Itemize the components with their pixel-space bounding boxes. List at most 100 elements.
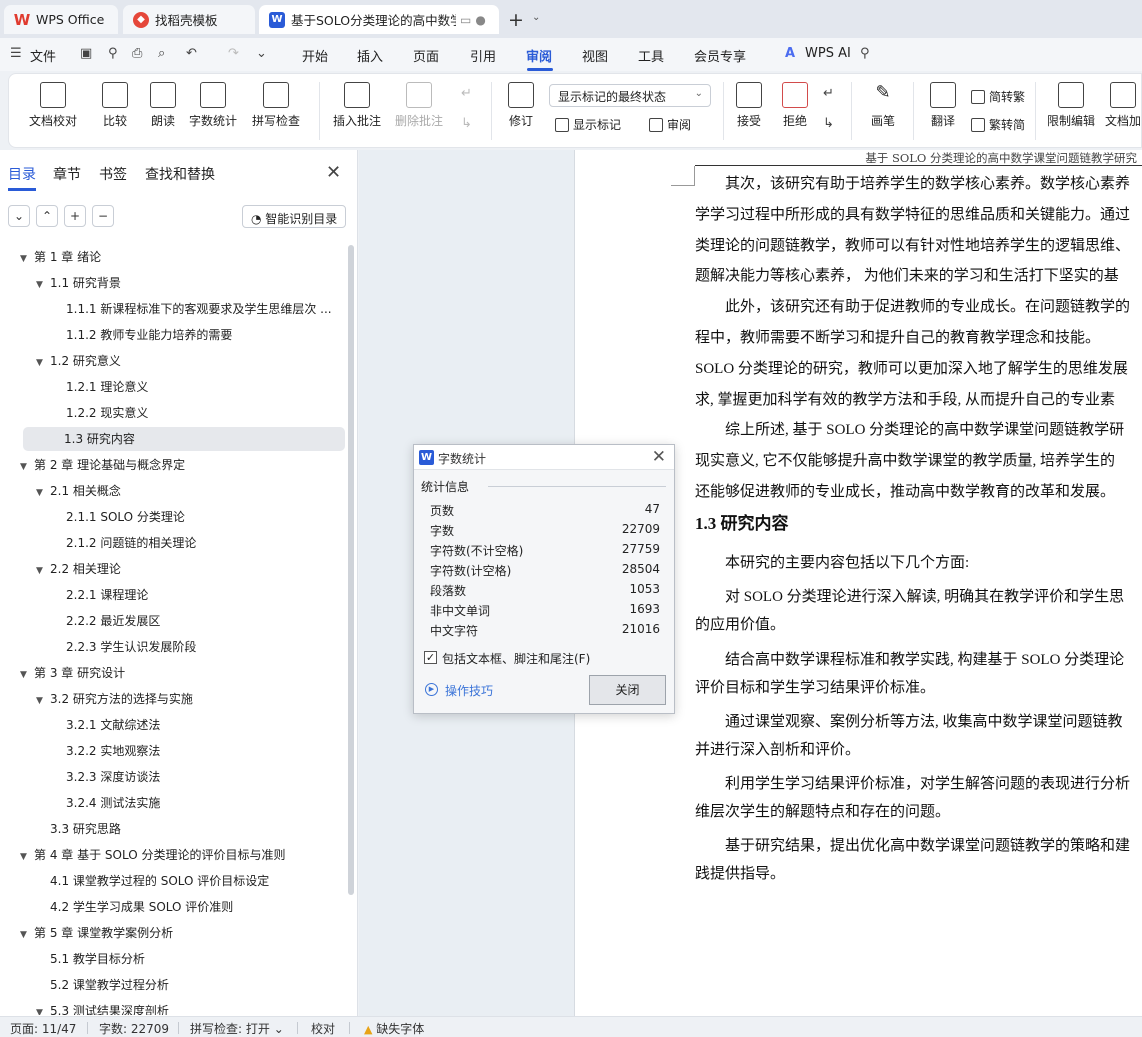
- toc-item[interactable]: ▼ 2.1 相关概念: [36, 479, 340, 503]
- toc-item[interactable]: 1.2.2 现实意义: [52, 401, 340, 425]
- insert-comment-button[interactable]: 插入批注: [329, 82, 385, 129]
- toc-item[interactable]: 3.2.1 文献综述法: [52, 713, 340, 737]
- remove-heading-button[interactable]: −: [92, 205, 114, 227]
- toc-item[interactable]: ▼ 第 3 章 研究设计: [20, 661, 340, 685]
- toc-item[interactable]: 2.1.2 问题链的相关理论: [52, 531, 340, 555]
- toc-item[interactable]: 2.2.1 课程理论: [52, 583, 340, 607]
- print-preview-icon[interactable]: ⌕: [158, 46, 165, 61]
- toc-item[interactable]: ▼ 第 5 章 课堂教学案例分析: [20, 921, 340, 945]
- review-pane-button[interactable]: 审阅: [649, 116, 691, 133]
- spell-check-button[interactable]: 拼写检查: [245, 82, 307, 129]
- accept-button[interactable]: 接受: [729, 82, 769, 129]
- hamburger-icon[interactable]: ☰: [10, 46, 22, 61]
- include-textbox-checkbox[interactable]: ✓: [424, 651, 437, 664]
- page-indicator[interactable]: 页面: 11/47: [10, 1020, 76, 1037]
- to-simplified-button[interactable]: 繁转简: [971, 116, 1025, 133]
- word-count-indicator[interactable]: 字数: 22709: [99, 1020, 169, 1037]
- nav-tab-bookmarks[interactable]: 书签: [99, 164, 127, 184]
- nav-tab-sections[interactable]: 章节: [53, 164, 81, 184]
- next-change-icon[interactable]: ↳: [823, 116, 834, 131]
- expand-triangle-icon[interactable]: ▼: [20, 455, 34, 477]
- toc-item[interactable]: 2.2.3 学生认识发展阶段: [52, 635, 340, 659]
- print-icon[interactable]: ⎙: [132, 46, 142, 61]
- menu-home[interactable]: 开始: [302, 46, 328, 65]
- track-changes-button[interactable]: 修订: [501, 82, 541, 129]
- toc-item[interactable]: ▼ 第 4 章 基于 SOLO 分类理论的评价目标与准则: [20, 843, 340, 867]
- search-icon[interactable]: ⚲: [860, 46, 870, 61]
- collapse-all-button[interactable]: ⌄: [8, 205, 30, 227]
- toc-item[interactable]: 1.1.1 新课程标准下的客观要求及学生思维层次 ...: [52, 297, 340, 321]
- expand-triangle-icon[interactable]: ▼: [36, 559, 50, 581]
- close-icon[interactable]: ✕: [326, 162, 341, 183]
- expand-up-button[interactable]: ⌃: [36, 205, 58, 227]
- next-comment-icon[interactable]: ↳: [461, 116, 472, 131]
- to-traditional-button[interactable]: 简转繁: [971, 88, 1025, 105]
- menu-insert[interactable]: 插入: [357, 46, 383, 65]
- prev-change-icon[interactable]: ↵: [823, 86, 834, 101]
- menu-tools[interactable]: 工具: [638, 46, 664, 65]
- smart-toc-button[interactable]: ◔ 智能识别目录: [242, 205, 346, 228]
- chevron-down-icon[interactable]: ⌄: [532, 12, 540, 23]
- expand-triangle-icon[interactable]: ▼: [36, 689, 50, 711]
- nav-tab-find-replace[interactable]: 查找和替换: [145, 164, 215, 184]
- toc-item[interactable]: 3.3 研究思路: [36, 817, 340, 841]
- scrollbar[interactable]: [348, 245, 354, 895]
- toc-item[interactable]: 3.2.2 实地观察法: [52, 739, 340, 763]
- toc-item[interactable]: 5.1 教学目标分析: [36, 947, 340, 971]
- proofread-indicator[interactable]: 校对: [311, 1020, 335, 1037]
- tips-link[interactable]: 操作技巧: [445, 682, 493, 699]
- close-icon[interactable]: ✕: [652, 447, 666, 467]
- toc-item[interactable]: 4.1 课堂教学过程的 SOLO 评价目标设定: [36, 869, 340, 893]
- menu-view[interactable]: 视图: [582, 46, 608, 65]
- play-circle-icon[interactable]: ▶: [425, 683, 438, 696]
- expand-triangle-icon[interactable]: ▼: [20, 923, 34, 945]
- prev-comment-icon[interactable]: ↵: [461, 86, 472, 101]
- spell-check-indicator[interactable]: 拼写检查: 打开 ⌄: [190, 1020, 284, 1037]
- more-chevron-icon[interactable]: ⌄: [256, 46, 267, 61]
- read-aloud-button[interactable]: 朗读: [143, 82, 183, 129]
- expand-triangle-icon[interactable]: ▼: [36, 481, 50, 503]
- expand-triangle-icon[interactable]: ▼: [20, 845, 34, 867]
- dialog-close-button[interactable]: 关闭: [589, 675, 666, 705]
- add-heading-button[interactable]: +: [64, 205, 86, 227]
- unsaved-dot-icon[interactable]: ●: [475, 13, 485, 27]
- show-markup-button[interactable]: 显示标记: [555, 116, 621, 133]
- reject-button[interactable]: 拒绝: [775, 82, 815, 129]
- menu-member[interactable]: 会员专享: [694, 46, 746, 65]
- toc-item[interactable]: 1.2.1 理论意义: [52, 375, 340, 399]
- include-textbox-label[interactable]: 包括文本框、脚注和尾注(F): [442, 650, 590, 667]
- expand-triangle-icon[interactable]: ▼: [36, 351, 50, 373]
- menu-review[interactable]: 审阅: [526, 46, 552, 65]
- ink-button[interactable]: ✎ 画笔: [861, 82, 905, 129]
- nav-tab-toc[interactable]: 目录: [8, 164, 36, 184]
- delete-comment-button[interactable]: 删除批注: [391, 82, 447, 129]
- word-count-button[interactable]: 字数统计: [185, 82, 241, 129]
- translate-button[interactable]: 翻译: [921, 82, 965, 129]
- toc-item[interactable]: 2.2.2 最近发展区: [52, 609, 340, 633]
- undo-icon[interactable]: ↶: [186, 46, 197, 61]
- toc-item[interactable]: ▼ 3.2 研究方法的选择与实施: [36, 687, 340, 711]
- toc-item[interactable]: ▼ 第 1 章 绪论: [20, 245, 340, 269]
- expand-triangle-icon[interactable]: ▼: [36, 1001, 50, 1015]
- new-tab-button[interactable]: +: [508, 9, 524, 31]
- toc-item[interactable]: ▼ 第 2 章 理论基础与概念界定: [20, 453, 340, 477]
- restrict-editing-button[interactable]: 限制编辑: [1043, 82, 1099, 129]
- toc-item[interactable]: 5.2 课堂教学过程分析: [36, 973, 340, 997]
- tab-wps-office[interactable]: W WPS Office: [4, 5, 118, 34]
- redo-icon[interactable]: ↷: [228, 46, 239, 61]
- compare-button[interactable]: 比较: [91, 82, 139, 129]
- menu-page[interactable]: 页面: [413, 46, 439, 65]
- toc-item[interactable]: ▼ 2.2 相关理论: [36, 557, 340, 581]
- expand-triangle-icon[interactable]: ▼: [36, 273, 50, 295]
- tab-docer[interactable]: ◆ 找稻壳模板: [123, 5, 255, 34]
- markup-mode-select[interactable]: 显示标记的最终状态 ⌄: [549, 84, 711, 107]
- proofread-button[interactable]: 文档校对: [23, 82, 83, 129]
- menu-file[interactable]: 文件: [30, 46, 56, 65]
- missing-font-indicator[interactable]: ▲ 缺失字体: [364, 1020, 424, 1037]
- toc-item[interactable]: ▼ 1.2 研究意义: [36, 349, 340, 373]
- expand-triangle-icon[interactable]: ▼: [20, 663, 34, 685]
- share-icon[interactable]: ⚲: [108, 46, 118, 61]
- toc-item[interactable]: 1.1.2 教师专业能力培养的需要: [52, 323, 340, 347]
- tab-document[interactable]: W 基于SOLO分类理论的高中数学课堂问题链教学研究 ▭ ●: [259, 5, 499, 34]
- toc-item[interactable]: 4.2 学生学习成果 SOLO 评价准则: [36, 895, 340, 919]
